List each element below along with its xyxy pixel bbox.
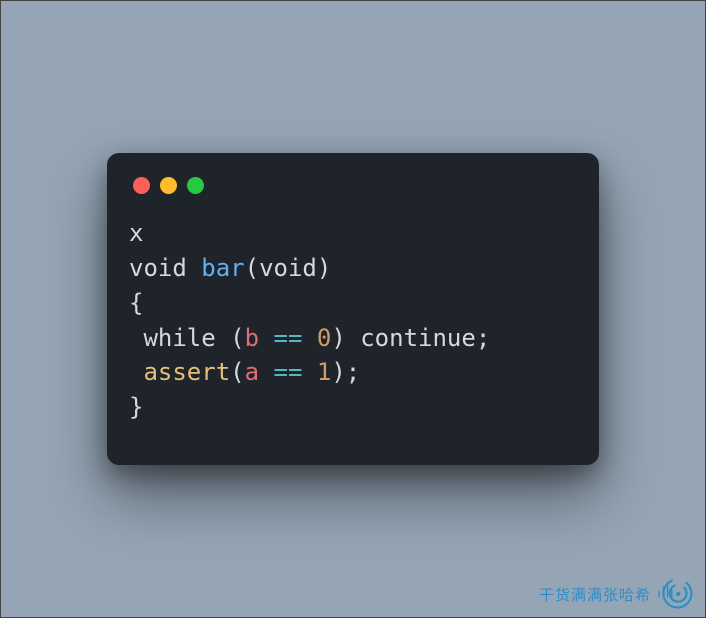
code-block: x void bar(void) { while (b == 0) contin… xyxy=(129,216,577,425)
keyword-void: void xyxy=(259,254,317,282)
zoom-icon[interactable] xyxy=(187,177,204,194)
code-line-4: while (b == 0) continue; xyxy=(129,324,490,352)
operator-equals: == xyxy=(274,324,303,352)
close-icon[interactable] xyxy=(133,177,150,194)
code-window: x void bar(void) { while (b == 0) contin… xyxy=(107,153,599,465)
code-line-5: assert(a == 1); xyxy=(129,358,360,386)
operator-equals: == xyxy=(274,358,303,386)
code-line-1: x xyxy=(129,219,143,247)
watermark-logo-icon xyxy=(655,577,697,611)
keyword-void: void xyxy=(129,254,187,282)
function-name-bar: bar xyxy=(201,254,244,282)
function-call-assert: assert xyxy=(143,358,230,386)
minimize-icon[interactable] xyxy=(160,177,177,194)
variable-b: b xyxy=(245,324,259,352)
code-line-2: void bar(void) xyxy=(129,254,331,282)
number-literal-0: 0 xyxy=(317,324,331,352)
number-literal-1: 1 xyxy=(317,358,331,386)
keyword-continue: continue xyxy=(360,324,476,352)
watermark-text: 干货满满张哈希 xyxy=(539,584,651,605)
keyword-while: while xyxy=(143,324,215,352)
code-line-3: { xyxy=(129,289,143,317)
code-line-6: } xyxy=(129,393,143,421)
watermark: 干货满满张哈希 xyxy=(539,577,697,611)
window-titlebar xyxy=(129,171,577,216)
variable-a: a xyxy=(245,358,259,386)
